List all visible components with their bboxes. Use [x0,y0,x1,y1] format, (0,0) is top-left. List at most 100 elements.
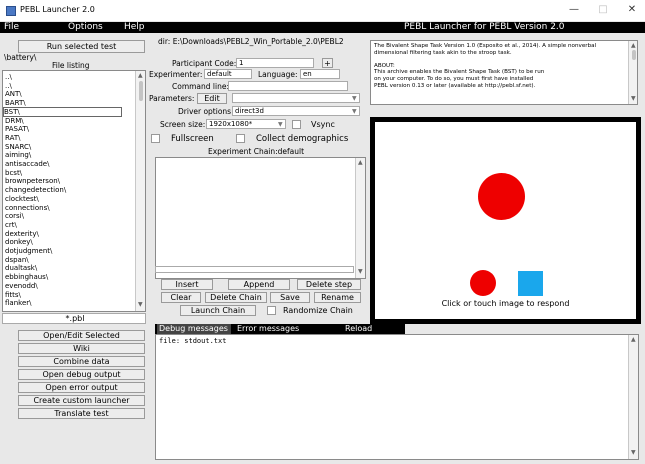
menu-help[interactable]: Help [124,22,145,33]
translate-test-button[interactable]: Translate test [18,408,145,419]
file-list-item[interactable]: ebbinghaus\ [5,273,48,281]
create-custom-launcher-button[interactable]: Create custom launcher [18,395,145,406]
file-list-item[interactable]: DRM\ [5,117,24,125]
screen-size-dropdown-icon[interactable]: ▼ [278,121,283,128]
randomize-chain-label: Randomize Chain [283,306,353,315]
launch-chain-button[interactable]: Launch Chain [180,305,256,316]
title-bar: PEBL Launcher 2.0 — □ ✕ [0,0,645,22]
increment-participant-button[interactable]: + [322,58,333,68]
description-line: PEBL version 0.13 or later (available at… [374,82,536,89]
save-button[interactable]: Save [270,292,310,303]
append-button[interactable]: Append [228,279,290,290]
file-list-item[interactable]: aiming\ [5,151,31,159]
file-filter-input[interactable]: *.pbl [2,313,146,324]
file-list-scrollbar[interactable]: ▲ ▼ [135,71,145,311]
rename-button[interactable]: Rename [314,292,361,303]
participant-code-input[interactable]: 1 [236,58,314,68]
file-list[interactable]: ..\ ..\ ANT\ BART\ BST\ DRM\ PASAT\ RAT\ SNARC\ a… [2,70,146,312]
file-list-item[interactable]: brownpeterson\ [5,177,60,185]
open-edit-selected-button[interactable]: Open/Edit Selected [18,330,145,341]
combine-data-button[interactable]: Combine data [18,356,145,367]
open-error-output-button[interactable]: Open error output [18,382,145,393]
insert-button[interactable]: Insert [161,279,213,290]
file-list-item[interactable]: dspan\ [5,256,29,264]
directory-path: dir: E:\Downloads\PEBL2_Win_Portable_2.0… [158,37,344,46]
file-list-item[interactable]: fitts\ [5,291,21,299]
file-list-item[interactable]: antisaccade\ [5,160,49,168]
command-line-input[interactable] [228,81,348,91]
file-list-item[interactable]: corsi\ [5,212,24,220]
tab-debug-messages[interactable]: Debug messages [157,324,231,334]
debug-output[interactable]: file: stdout.txt ▲ ▼ [155,334,639,460]
file-list-item[interactable]: dotjudgment\ [5,247,52,255]
file-list-item[interactable]: SNARC\ [5,143,31,151]
menu-options[interactable]: Options [68,22,103,33]
large-red-circle [478,173,525,220]
close-button[interactable]: ✕ [625,4,639,16]
maximize-button[interactable]: □ [596,4,610,16]
menu-file[interactable]: File [4,22,19,33]
fullscreen-label: Fullscreen [171,134,214,144]
file-list-item[interactable]: clocktest\ [5,195,39,203]
file-list-item[interactable]: changedetection\ [5,186,66,194]
experiment-chain-list[interactable]: ▲ ▼ [155,157,366,279]
chain-scrollbar[interactable]: ▲ ▼ [355,158,365,278]
file-list-item[interactable]: ..\ [5,82,12,90]
tab-error-messages[interactable]: Error messages [237,324,299,334]
blue-square [518,271,543,296]
file-list-item[interactable]: dexterity\ [5,230,39,238]
preview-caption: Click or touch image to respond [441,299,570,308]
file-list-item[interactable]: BART\ [5,99,26,107]
file-list-item[interactable]: evenodd\ [5,282,38,290]
run-selected-test-button[interactable]: Run selected test [18,40,145,53]
app-banner: PEBL Launcher for PEBL Version 2.0 [404,22,565,32]
edit-parameters-button[interactable]: Edit [197,93,227,104]
wiki-button[interactable]: Wiki [18,343,145,354]
preview-image[interactable]: Click or touch image to respond [375,122,636,319]
file-list-item[interactable]: ..\ [5,73,12,81]
preview-frame: Click or touch image to respond [370,117,641,324]
delete-chain-button[interactable]: Delete Chain [205,292,267,303]
file-list-item[interactable]: donkey\ [5,238,33,246]
vsync-checkbox[interactable] [292,120,301,129]
fullscreen-checkbox[interactable] [151,134,160,143]
demographics-checkbox[interactable] [236,134,245,143]
debug-output-text: file: stdout.txt [159,337,227,345]
window-title: PEBL Launcher 2.0 [20,5,95,14]
parameters-label: Parameters: [149,94,195,103]
description-line: This archive enables the Bivalent Shape … [374,69,545,76]
debug-scrollbar[interactable]: ▲ ▼ [628,335,638,459]
file-list-item[interactable]: crt\ [5,221,17,229]
parameters-select[interactable] [232,93,360,103]
file-list-item[interactable]: flanker\ [5,299,31,307]
file-list-item-selected[interactable]: BST\ [3,106,122,117]
screen-size-select[interactable]: 1920x1080* [206,119,286,129]
output-tab-bar: Debug messages Error messages Reload [155,324,405,334]
file-list-item[interactable]: RAT\ [5,134,20,142]
file-listing-label: File listing [52,61,90,70]
driver-options-label: Driver options [178,107,232,116]
description-line: on your computer. To do so, you must fir… [374,75,534,82]
clear-button[interactable]: Clear [161,292,201,303]
driver-dropdown-icon[interactable]: ▼ [352,108,357,115]
chain-hscrollbar[interactable] [155,266,354,273]
experimenter-label: Experimenter: [149,70,203,79]
description-line: The Bivalent Shape Task Version 1.0 (Esp… [374,43,597,49]
randomize-chain-checkbox[interactable] [267,306,276,315]
tab-reload[interactable]: Reload [345,324,372,334]
file-list-item[interactable]: ANT\ [5,90,22,98]
file-list-item[interactable]: bcst\ [5,169,22,177]
description-line: ABOUT: [374,62,395,69]
experimenter-input[interactable]: default [204,69,252,79]
delete-step-button[interactable]: Delete step [297,279,361,290]
driver-options-select[interactable]: direct3d [232,106,360,116]
minimize-button[interactable]: — [567,4,581,16]
parameters-dropdown-icon[interactable]: ▼ [352,95,357,102]
test-description: The Bivalent Shape Task Version 1.0 (Esp… [370,40,638,105]
open-debug-output-button[interactable]: Open debug output [18,369,145,380]
file-list-item[interactable]: dualtask\ [5,264,37,272]
description-scrollbar[interactable]: ▲ ▼ [628,41,637,104]
language-input[interactable]: en [300,69,340,79]
file-list-item[interactable]: connections\ [5,204,50,212]
file-list-item[interactable]: PASAT\ [5,125,29,133]
